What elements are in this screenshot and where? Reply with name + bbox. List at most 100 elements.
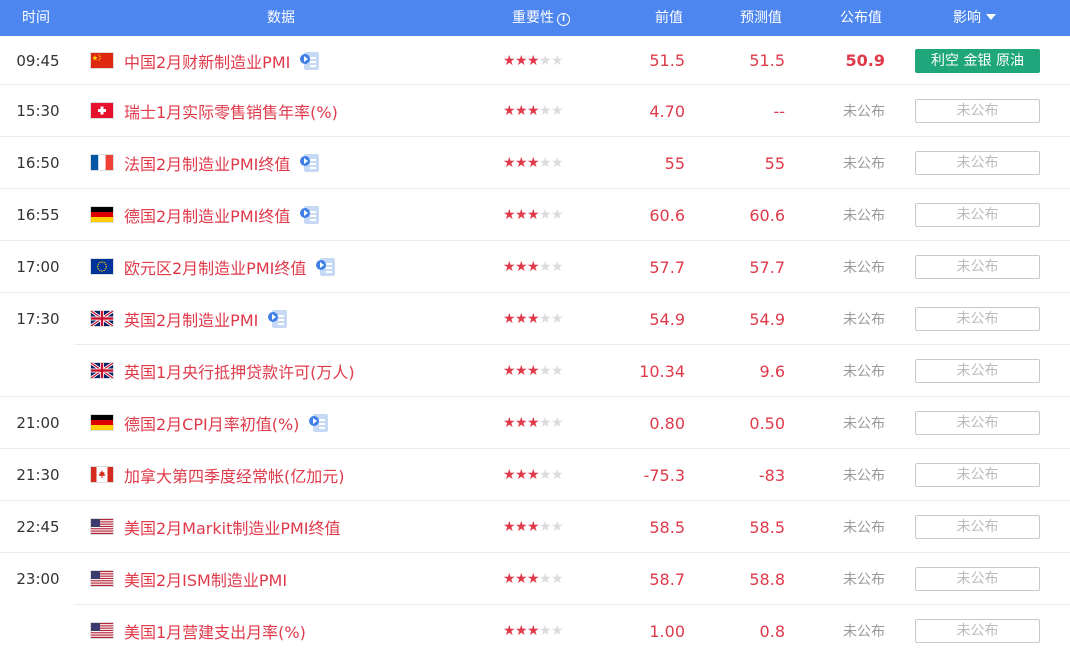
event-name[interactable]: 美国2月Markit制造业PMI终值 — [124, 515, 341, 539]
impact-badge: 未公布 — [915, 307, 1040, 331]
previous-value: -75.3 — [643, 465, 685, 485]
flag-switzerland-icon — [91, 103, 113, 118]
table-row[interactable]: 22:45 美国2月Markit制造业PMI终值 ★ ★ ★ ★ ★ 58.5 58.5 未公布未… — [0, 501, 1070, 553]
event-name[interactable]: 英国1月央行抵押贷款许可(万人) — [124, 359, 355, 383]
importance-stars: ★ ★ ★ ★ ★ — [503, 605, 564, 657]
video-icon[interactable] — [300, 154, 320, 172]
table-row[interactable]: 17:30 英国2月制造业PMI ★ ★ ★ ★ ★ 54.9 54.9 未公布 未公布 — [0, 293, 1070, 345]
video-icon[interactable] — [300, 206, 320, 224]
star-icon: ★ — [539, 467, 552, 483]
table-row[interactable]: 16:50 法国2月制造业PMI终值 ★ ★ ★ ★ ★ 55 55 未公布 未公布 — [0, 137, 1070, 189]
star-icon: ★ — [539, 623, 552, 639]
importance-stars: ★ ★ ★ ★ ★ — [503, 501, 564, 553]
star-icon: ★ — [527, 623, 540, 639]
star-icon: ★ — [515, 467, 528, 483]
flag-canada-icon — [91, 467, 113, 482]
event-name-link[interactable]: 中国2月财新制造业PMI — [124, 36, 320, 85]
star-icon: ★ — [515, 623, 528, 639]
header-importance-label: 重要性 — [512, 10, 554, 26]
actual-value: 未公布 — [843, 624, 885, 640]
star-icon: ★ — [503, 207, 516, 223]
event-name[interactable]: 欧元区2月制造业PMI终值 — [124, 255, 306, 279]
event-name-link[interactable]: 瑞士1月实际零售销售年率(%) — [124, 85, 338, 137]
event-name[interactable]: 英国2月制造业PMI — [124, 307, 258, 331]
event-name[interactable]: 德国2月制造业PMI终值 — [124, 203, 290, 227]
event-time — [0, 605, 76, 657]
info-icon[interactable]: i — [557, 13, 570, 26]
event-name[interactable]: 美国1月营建支出月率(%) — [124, 619, 306, 643]
star-icon: ★ — [503, 467, 516, 483]
event-name-link[interactable]: 德国2月制造业PMI终值 — [124, 189, 320, 241]
star-icon: ★ — [515, 259, 528, 275]
table-row[interactable]: 17:00 欧元区2月制造业PMI终值 ★ ★ ★ ★ ★ 57.7 57.7 未公布 未公布 — [0, 241, 1070, 293]
video-icon[interactable] — [300, 51, 320, 70]
event-name[interactable]: 加拿大第四季度经常帐(亿加元) — [124, 463, 345, 487]
table-row[interactable]: 09:45 中国2月财新制造业PMI ★ ★ ★ ★ ★ 51.5 51.5 50.9 利空 金银 … — [0, 36, 1070, 85]
event-name[interactable]: 法国2月制造业PMI终值 — [124, 151, 290, 175]
table-row[interactable]: 23:00 美国2月ISM制造业PMI ★ ★ ★ ★ ★ 58.7 58.8 未公布 未公布 — [0, 553, 1070, 605]
event-name[interactable]: 瑞士1月实际零售销售年率(%) — [124, 99, 338, 123]
impact-badge: 未公布 — [915, 515, 1040, 539]
forecast-value: 51.5 — [749, 51, 785, 70]
star-icon: ★ — [503, 155, 516, 171]
importance-stars: ★ ★ ★ ★ ★ — [503, 189, 564, 241]
previous-value: 10.34 — [639, 361, 685, 381]
table-header: 时间 数据 重要性 i 前值 预测值 公布值 影响 — [0, 0, 1070, 36]
header-impact-dropdown[interactable]: 影响 — [953, 0, 996, 36]
star-icon: ★ — [503, 52, 516, 69]
event-name-link[interactable]: 美国2月Markit制造业PMI终值 — [124, 501, 341, 553]
star-icon: ★ — [503, 415, 516, 431]
actual-value: 未公布 — [843, 520, 885, 536]
event-name-link[interactable]: 欧元区2月制造业PMI终值 — [124, 241, 336, 293]
star-icon: ★ — [551, 467, 564, 483]
flag-eurozone-icon — [91, 259, 113, 274]
star-icon: ★ — [503, 259, 516, 275]
previous-value: 4.70 — [649, 101, 685, 121]
star-icon: ★ — [515, 103, 528, 119]
event-name-link[interactable]: 加拿大第四季度经常帐(亿加元) — [124, 449, 345, 501]
event-name-link[interactable]: 德国2月CPI月率初值(%) — [124, 397, 329, 449]
forecast-value: -83 — [758, 465, 785, 485]
impact-badge: 未公布 — [915, 411, 1040, 435]
event-name-link[interactable]: 美国2月ISM制造业PMI — [124, 553, 287, 605]
previous-value: 57.7 — [649, 257, 685, 277]
flag-uk-icon — [91, 311, 113, 326]
star-icon: ★ — [551, 52, 564, 69]
star-icon: ★ — [551, 623, 564, 639]
event-name[interactable]: 美国2月ISM制造业PMI — [124, 567, 287, 591]
flag-germany-icon — [91, 415, 113, 430]
star-icon: ★ — [539, 311, 552, 327]
previous-value: 54.9 — [649, 309, 685, 329]
table-row[interactable]: 16:55 德国2月制造业PMI终值 ★ ★ ★ ★ ★ 60.6 60.6 未公布 未公布 — [0, 189, 1070, 241]
event-name[interactable]: 中国2月财新制造业PMI — [124, 49, 290, 73]
video-icon[interactable] — [309, 414, 329, 432]
star-icon: ★ — [527, 415, 540, 431]
event-name-link[interactable]: 法国2月制造业PMI终值 — [124, 137, 320, 189]
table-row[interactable]: 21:30 加拿大第四季度经常帐(亿加元) ★ ★ ★ ★ ★ -75.3 -83 未公布 未公布 — [0, 449, 1070, 501]
event-name-link[interactable]: 美国1月营建支出月率(%) — [124, 605, 306, 657]
star-icon: ★ — [551, 415, 564, 431]
impact-badge: 未公布 — [915, 99, 1040, 123]
table-row[interactable]: 15:30 瑞士1月实际零售销售年率(%) ★ ★ ★ ★ ★ 4.70 -- 未公布 未公布 — [0, 85, 1070, 137]
table-row[interactable]: 英国1月央行抵押贷款许可(万人) ★ ★ ★ ★ ★ 10.34 9.6 未公布 未公布 — [0, 345, 1070, 397]
star-icon: ★ — [527, 467, 540, 483]
previous-value: 51.5 — [649, 51, 685, 70]
star-icon: ★ — [551, 519, 564, 535]
event-time: 17:00 — [16, 258, 60, 276]
event-name-link[interactable]: 英国1月央行抵押贷款许可(万人) — [124, 345, 355, 397]
star-icon: ★ — [515, 415, 528, 431]
star-icon: ★ — [539, 52, 552, 69]
event-name-link[interactable]: 英国2月制造业PMI — [124, 293, 288, 345]
star-icon: ★ — [539, 207, 552, 223]
star-icon: ★ — [539, 103, 552, 119]
flag-france-icon — [91, 155, 113, 170]
video-icon[interactable] — [268, 310, 288, 328]
previous-value: 0.80 — [649, 413, 685, 433]
table-row[interactable]: 美国1月营建支出月率(%) ★ ★ ★ ★ ★ 1.00 0.8 未公布 未公布 — [0, 605, 1070, 657]
event-name[interactable]: 德国2月CPI月率初值(%) — [124, 411, 299, 435]
table-row[interactable]: 21:00 德国2月CPI月率初值(%) ★ ★ ★ ★ ★ 0.80 0.50 未公布 未公布 — [0, 397, 1070, 449]
event-time: 16:50 — [16, 154, 60, 172]
video-icon[interactable] — [316, 258, 336, 276]
star-icon: ★ — [539, 259, 552, 275]
impact-badge: 利空 金银 原油 — [915, 48, 1040, 73]
